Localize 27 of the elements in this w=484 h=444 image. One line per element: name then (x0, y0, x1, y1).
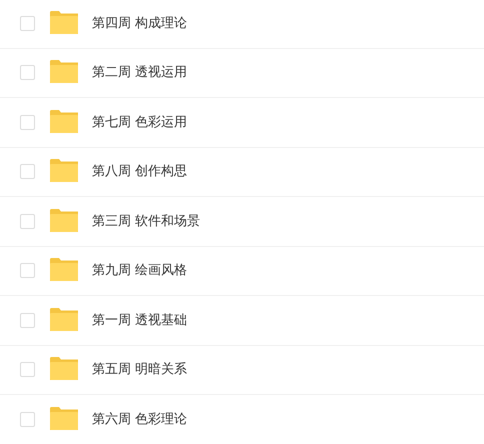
folder-icon (50, 60, 78, 84)
folder-name[interactable]: 第八周 创作构思 (92, 162, 188, 182)
folder-icon (50, 10, 78, 34)
checkbox[interactable] (20, 362, 35, 378)
folder-icon (50, 208, 78, 232)
checkbox[interactable] (20, 114, 35, 130)
folder-name[interactable]: 第一周 透视基础 (92, 310, 188, 330)
folder-icon (50, 406, 78, 430)
checkbox[interactable] (20, 412, 35, 427)
checkbox[interactable] (20, 263, 35, 278)
folder-name[interactable]: 第三周 软件和场景 (92, 212, 200, 231)
checkbox[interactable] (20, 16, 35, 31)
folder-icon (50, 110, 78, 133)
folder-name[interactable]: 第九周 绘画风格 (92, 261, 188, 280)
folder-name[interactable]: 第七周 色彩运用 (92, 112, 188, 132)
folder-icon (50, 258, 78, 282)
checkbox[interactable] (20, 65, 35, 80)
folder-icon (50, 159, 78, 182)
folder-icon (50, 308, 78, 331)
folder-name[interactable]: 第五周 明暗关系 (92, 360, 188, 380)
folder-name[interactable]: 第二周 透视运用 (92, 63, 188, 82)
checkbox[interactable] (20, 312, 35, 328)
folder-name[interactable]: 第四周 构成理论 (92, 14, 188, 33)
checkbox[interactable] (20, 164, 35, 180)
folder-icon (50, 357, 78, 380)
checkbox[interactable] (20, 214, 35, 229)
folder-name[interactable]: 第六周 色彩理论 (92, 410, 188, 429)
